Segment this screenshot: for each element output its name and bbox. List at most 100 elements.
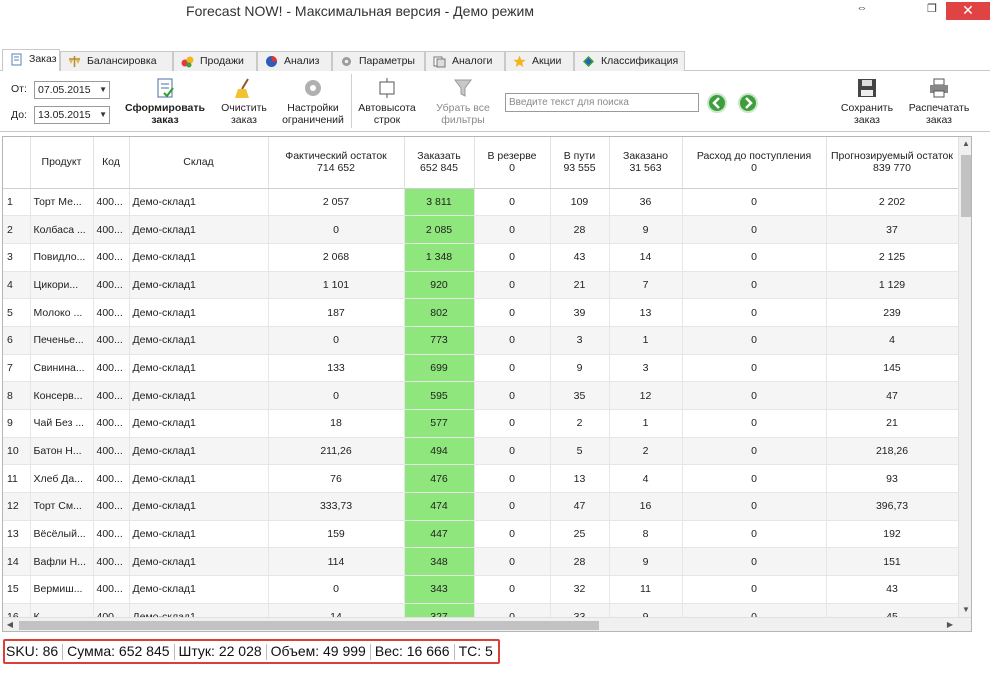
cell-forecast[interactable]: 2 125 [826, 243, 959, 272]
cell-reserve[interactable]: 0 [474, 520, 551, 549]
maximize-button[interactable]: ❐ [922, 2, 942, 20]
cell-code[interactable]: 400... [93, 326, 130, 355]
cell-product[interactable]: Колбаса ... [30, 215, 94, 244]
row-number[interactable]: 13 [3, 520, 31, 549]
table-row[interactable]: 8 Консерв... 400... Демо-склад1 0 595 0 35 12 0 47 [3, 381, 959, 410]
tab-order[interactable]: Заказ [2, 49, 60, 71]
close-button[interactable]: ✕ [946, 2, 990, 20]
col-header-reserve[interactable]: В резерве 0 [474, 137, 551, 189]
to-date-picker[interactable]: 13.05.2015 ▼ [34, 106, 110, 124]
cell-code[interactable]: 400... [93, 188, 130, 217]
col-header-warehouse[interactable]: Склад [129, 137, 269, 189]
tab-sales[interactable]: Продажи [173, 51, 257, 71]
horizontal-scroll-thumb[interactable] [19, 621, 599, 630]
cell-fact[interactable]: 1 101 [268, 271, 405, 300]
cell-order[interactable]: 1 348 [404, 243, 475, 272]
cell-product[interactable]: Торт Ме... [30, 188, 94, 217]
col-header-ordered[interactable]: Заказано 31 563 [609, 137, 683, 189]
remove-filters-button[interactable]: Убрать все фильтры [425, 77, 501, 126]
cell-fact[interactable]: 187 [268, 298, 405, 327]
cell-reserve[interactable]: 0 [474, 354, 551, 383]
row-number[interactable]: 9 [3, 409, 31, 438]
limits-settings-button[interactable]: Настройки ограничений [280, 77, 346, 126]
scroll-up-icon[interactable]: ▲ [959, 137, 971, 151]
row-number[interactable]: 10 [3, 437, 31, 466]
cell-code[interactable]: 400... [93, 271, 130, 300]
cell-transit[interactable]: 13 [550, 464, 610, 494]
cell-order[interactable]: 699 [404, 354, 475, 383]
cell-code[interactable]: 400... [93, 354, 130, 383]
cell-product[interactable]: Вёсёлый... [30, 520, 94, 549]
row-number[interactable]: 2 [3, 215, 31, 244]
table-row[interactable]: 11 Хлеб Да... 400... Демо-склад1 76 476 0 13 4 0 9… [3, 464, 959, 494]
cell-ordered[interactable]: 13 [609, 298, 683, 327]
cell-fact[interactable]: 114 [268, 547, 405, 577]
cell-fact[interactable]: 211,26 [268, 437, 405, 466]
cell-fact[interactable]: 2 068 [268, 243, 405, 272]
cell-transit[interactable]: 21 [550, 271, 610, 300]
cell-consumption[interactable]: 0 [682, 547, 827, 577]
cell-transit[interactable]: 39 [550, 298, 610, 327]
cell-code[interactable]: 400... [93, 243, 130, 272]
cell-order[interactable]: 494 [404, 437, 475, 466]
cell-reserve[interactable]: 0 [474, 188, 551, 217]
search-prev-button[interactable] [707, 93, 727, 113]
tab-analogs[interactable]: Аналоги [425, 51, 505, 71]
clear-order-button[interactable]: Очистить заказ [214, 77, 274, 126]
cell-reserve[interactable]: 0 [474, 492, 551, 521]
row-number[interactable]: 4 [3, 271, 31, 300]
cell-forecast[interactable]: 218,26 [826, 437, 959, 466]
cell-code[interactable]: 400... [93, 492, 130, 521]
cell-consumption[interactable]: 0 [682, 492, 827, 521]
cell-reserve[interactable]: 0 [474, 326, 551, 355]
cell-forecast[interactable]: 21 [826, 409, 959, 438]
cell-reserve[interactable]: 0 [474, 464, 551, 494]
save-order-button[interactable]: Сохранить заказ [836, 77, 898, 126]
cell-ordered[interactable]: 16 [609, 492, 683, 521]
cell-fact[interactable]: 0 [268, 575, 405, 604]
row-number[interactable]: 6 [3, 326, 31, 355]
tab-parameters[interactable]: Параметры [332, 51, 425, 71]
table-row[interactable]: 5 Молоко ... 400... Демо-склад1 187 802 0 39 13 0… [3, 298, 959, 327]
cell-product[interactable]: Повидло... [30, 243, 94, 272]
cell-forecast[interactable]: 239 [826, 298, 959, 327]
row-number[interactable]: 1 [3, 188, 31, 217]
cell-fact[interactable]: 0 [268, 215, 405, 244]
cell-order[interactable]: 802 [404, 298, 475, 327]
table-row[interactable]: 6 Печенье... 400... Демо-склад1 0 773 0 3 1 0 4 [3, 326, 959, 355]
cell-fact[interactable]: 333,73 [268, 492, 405, 521]
table-row[interactable]: 15 Вермиш... 400... Демо-склад1 0 343 0 32 11 0 43 [3, 575, 959, 604]
scroll-right-icon[interactable]: ▶ [943, 618, 957, 631]
cell-warehouse[interactable]: Демо-склад1 [129, 271, 269, 300]
cell-order[interactable]: 447 [404, 520, 475, 549]
cell-ordered[interactable]: 1 [609, 409, 683, 438]
vertical-scrollbar[interactable]: ▲ ▼ [958, 137, 971, 617]
vertical-scroll-thumb[interactable] [961, 155, 971, 217]
col-header-transit[interactable]: В пути 93 555 [550, 137, 610, 189]
cell-ordered[interactable]: 7 [609, 271, 683, 300]
cell-consumption[interactable]: 0 [682, 354, 827, 383]
cell-forecast[interactable]: 2 202 [826, 188, 959, 217]
cell-code[interactable]: 400... [93, 547, 130, 577]
cell-warehouse[interactable]: Демо-склад1 [129, 354, 269, 383]
cell-forecast[interactable]: 37 [826, 215, 959, 244]
cell-ordered[interactable]: 9 [609, 215, 683, 244]
table-row[interactable]: 9 Чай Без ... 400... Демо-склад1 18 577 0 2 1 0 21 [3, 409, 959, 438]
cell-warehouse[interactable]: Демо-склад1 [129, 215, 269, 244]
table-row[interactable]: 12 Торт См... 400... Демо-склад1 333,73 474 0 4… [3, 492, 959, 521]
cell-consumption[interactable]: 0 [682, 215, 827, 244]
table-row[interactable]: 1 Торт Ме... 400... Демо-склад1 2 057 3 811 0 1… [3, 188, 959, 217]
cell-warehouse[interactable]: Демо-склад1 [129, 243, 269, 272]
cell-code[interactable]: 400... [93, 464, 130, 494]
cell-order[interactable]: 920 [404, 271, 475, 300]
cell-order[interactable]: 348 [404, 547, 475, 577]
cell-transit[interactable]: 32 [550, 575, 610, 604]
cell-reserve[interactable]: 0 [474, 271, 551, 300]
scroll-left-icon[interactable]: ◀ [3, 618, 17, 631]
cell-warehouse[interactable]: Демо-склад1 [129, 409, 269, 438]
row-number[interactable]: 7 [3, 354, 31, 383]
cell-code[interactable]: 400... [93, 575, 130, 604]
cell-warehouse[interactable]: Демо-склад1 [129, 298, 269, 327]
cell-product[interactable]: Батон Н... [30, 437, 94, 466]
search-next-button[interactable] [738, 93, 758, 113]
